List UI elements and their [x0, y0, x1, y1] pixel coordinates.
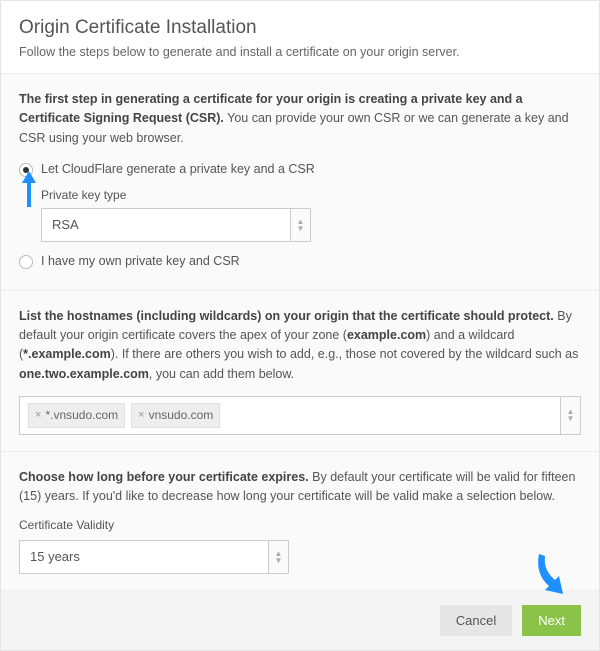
chevron-down-icon: ▼	[275, 557, 283, 564]
section-validity: Choose how long before your certificate …	[1, 452, 599, 591]
hostnames-intro: List the hostnames (including wildcards)…	[19, 307, 581, 385]
hostname-tag-label: *.vnsudo.com	[45, 406, 118, 425]
validity-intro: Choose how long before your certificate …	[19, 468, 581, 507]
spinner-icon[interactable]: ▲ ▼	[291, 208, 311, 242]
radio-generate[interactable]: Let CloudFlare generate a private key an…	[19, 160, 581, 179]
next-button[interactable]: Next	[522, 605, 581, 636]
keytype-field: Private key type RSA ▲ ▼	[41, 186, 581, 243]
dialog-footer: Cancel Next	[1, 591, 599, 650]
validity-value: 15 years	[19, 540, 269, 574]
hostnames-input[interactable]: × *.vnsudo.com × vnsudo.com ▲ ▼	[19, 396, 581, 435]
keytype-label: Private key type	[41, 186, 581, 205]
radio-indicator-checked	[19, 163, 33, 177]
remove-icon[interactable]: ×	[138, 407, 144, 424]
radio-own-label: I have my own private key and CSR	[41, 252, 240, 271]
radio-generate-label: Let CloudFlare generate a private key an…	[41, 160, 315, 179]
hostnames-tags[interactable]: × *.vnsudo.com × vnsudo.com	[19, 396, 561, 435]
validity-intro-bold: Choose how long before your certificate …	[19, 470, 309, 484]
csr-intro: The first step in generating a certifica…	[19, 90, 581, 148]
validity-label: Certificate Validity	[19, 516, 581, 535]
dialog-title: Origin Certificate Installation	[19, 17, 581, 39]
validity-field: Certificate Validity 15 years ▲ ▼	[19, 516, 581, 574]
dialog-subtitle: Follow the steps below to generate and i…	[19, 45, 581, 59]
spinner-icon[interactable]: ▲ ▼	[269, 540, 289, 574]
section-csr: The first step in generating a certifica…	[1, 74, 599, 291]
cancel-button[interactable]: Cancel	[440, 605, 512, 636]
keytype-value: RSA	[41, 208, 291, 242]
spinner-icon[interactable]: ▲ ▼	[561, 396, 581, 435]
radio-indicator-unchecked	[19, 255, 33, 269]
hostnames-intro-bold: List the hostnames (including wildcards)…	[19, 309, 554, 323]
chevron-down-icon: ▼	[567, 415, 575, 422]
hostname-tag-label: vnsudo.com	[149, 406, 214, 425]
hostname-tag[interactable]: × vnsudo.com	[131, 403, 220, 428]
radio-own[interactable]: I have my own private key and CSR	[19, 252, 581, 271]
keytype-select[interactable]: RSA ▲ ▼	[41, 208, 311, 242]
validity-select[interactable]: 15 years ▲ ▼	[19, 540, 289, 574]
section-hostnames: List the hostnames (including wildcards)…	[1, 291, 599, 452]
hostname-tag[interactable]: × *.vnsudo.com	[28, 403, 125, 428]
remove-icon[interactable]: ×	[35, 407, 41, 424]
dialog: Origin Certificate Installation Follow t…	[0, 0, 600, 651]
dialog-header: Origin Certificate Installation Follow t…	[1, 1, 599, 74]
chevron-down-icon: ▼	[297, 225, 305, 232]
